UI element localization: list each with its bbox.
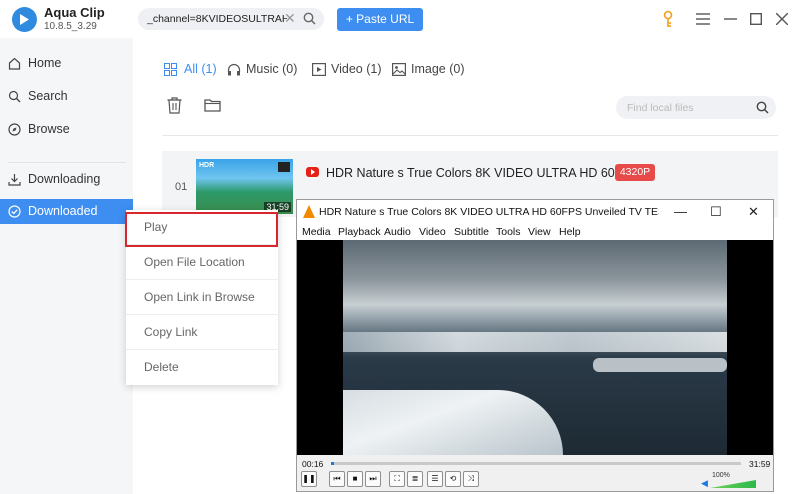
vlc-volume-slider[interactable] (710, 480, 756, 488)
paste-url-button[interactable]: + Paste URL (337, 8, 423, 31)
find-local-files-input[interactable]: Find local files (616, 96, 776, 119)
sidebar-item-label: Search (28, 89, 68, 103)
image-icon (392, 63, 406, 76)
sidebar-item-home[interactable]: Home (0, 51, 133, 76)
app-logo-icon (12, 7, 37, 32)
vlc-window-title: HDR Nature s True Colors 8K VIDEO ULTRA … (319, 206, 659, 218)
divider (162, 135, 778, 136)
close-icon[interactable] (776, 13, 788, 25)
vlc-menu-media[interactable]: Media (302, 226, 331, 238)
vlc-seek-progress (331, 462, 335, 465)
vlc-menu-audio[interactable]: Audio (384, 226, 411, 238)
video-icon (312, 63, 326, 76)
row-index: 01 (175, 181, 188, 193)
vlc-loop-button[interactable]: ⟲ (445, 471, 461, 487)
url-input-value: _channel=8KVIDEOSULTRAHD (147, 13, 287, 25)
vlc-menu-subtitle[interactable]: Subtitle (454, 226, 489, 238)
search-icon (8, 90, 21, 103)
sidebar-item-browse[interactable]: Browse (0, 117, 133, 142)
menu-item-open-link-in-browse[interactable]: Open Link in Browse (126, 280, 278, 315)
video-frame-shore (343, 390, 563, 455)
sidebar-item-label: Browse (28, 122, 70, 136)
tab-music[interactable]: Music (0) (246, 62, 297, 76)
sidebar-item-downloading[interactable]: Downloading (0, 167, 133, 192)
play-highlight-box (125, 212, 278, 247)
app-version: 10.8.5_3.29 (44, 21, 97, 32)
maximize-icon[interactable] (750, 13, 762, 25)
resolution-badge: 4320P (615, 164, 655, 181)
home-icon (8, 57, 21, 70)
download-icon (8, 174, 21, 186)
vlc-pause-button[interactable]: ❚❚ (301, 471, 317, 487)
sidebar-item-label: Downloading (28, 172, 101, 186)
vlc-seek-bar[interactable] (331, 462, 741, 465)
aqua-clip-window: Aqua Clip 10.8.5_3.29 _channel=8KVIDEOSU… (0, 0, 800, 494)
vlc-volume-level: 100% (712, 472, 730, 479)
vlc-stop-button[interactable]: ■ (347, 471, 363, 487)
menu-icon[interactable] (696, 13, 710, 25)
menu-item-copy-link[interactable]: Copy Link (126, 315, 278, 350)
vlc-time-total: 31:59 (749, 459, 771, 469)
url-input[interactable]: _channel=8KVIDEOSULTRAHD (138, 8, 324, 30)
sidebar: Home Search Browse Downloading Downloade… (0, 38, 133, 494)
vlc-minimize-icon[interactable]: — (674, 204, 687, 219)
vlc-close-icon[interactable]: ✕ (748, 204, 759, 220)
vlc-fullscreen-button[interactable]: ⛶ (389, 471, 405, 487)
thumbnail-8k-icon (278, 162, 290, 172)
vlc-previous-button[interactable]: ⏮ (329, 471, 345, 487)
sidebar-item-downloaded[interactable]: Downloaded (0, 199, 133, 224)
sidebar-divider (8, 162, 126, 163)
trash-icon[interactable] (167, 97, 182, 114)
tab-all[interactable]: All (1) (184, 62, 217, 76)
key-icon[interactable] (661, 10, 675, 28)
vlc-maximize-icon[interactable]: ☐ (710, 204, 722, 220)
compass-icon (8, 123, 21, 136)
vlc-extended-settings-button[interactable]: ≣ (407, 471, 423, 487)
sidebar-item-search[interactable]: Search (0, 84, 133, 109)
video-frame (343, 240, 727, 455)
minimize-icon[interactable] (724, 18, 737, 20)
vlc-menu-help[interactable]: Help (559, 226, 581, 238)
vlc-menu-view[interactable]: View (528, 226, 551, 238)
search-icon[interactable] (303, 12, 316, 25)
find-placeholder: Find local files (627, 102, 694, 114)
vlc-next-button[interactable]: ⏭ (365, 471, 381, 487)
vlc-time-elapsed: 00:16 (302, 459, 324, 469)
tab-image[interactable]: Image (0) (411, 62, 465, 76)
clear-url-icon[interactable]: ✕ (284, 10, 296, 27)
sidebar-item-label: Home (28, 56, 62, 70)
vlc-menu-video[interactable]: Video (419, 226, 446, 238)
volume-icon[interactable]: ◀ (701, 478, 708, 489)
thumbnail-hdr-label: HDR (199, 162, 215, 169)
vlc-menu-bar: Media Playback Audio Video Subtitle Tool… (297, 224, 773, 240)
headphones-icon (227, 63, 241, 76)
vlc-shuffle-button[interactable]: ⤨ (463, 471, 479, 487)
vlc-title-bar: HDR Nature s True Colors 8K VIDEO ULTRA … (297, 200, 773, 224)
video-title: HDR Nature s True Colors 8K VIDEO ULTRA … (326, 166, 633, 180)
vlc-video-area[interactable] (297, 240, 773, 455)
app-name: Aqua Clip (44, 5, 105, 20)
vlc-playlist-button[interactable]: ☰ (427, 471, 443, 487)
check-circle-icon (8, 205, 21, 218)
youtube-icon (306, 167, 319, 177)
tab-video[interactable]: Video (1) (331, 62, 382, 76)
folder-icon[interactable] (204, 98, 221, 112)
sidebar-item-label: Downloaded (28, 204, 98, 218)
video-frame-horizon (343, 332, 727, 352)
menu-item-delete[interactable]: Delete (126, 350, 278, 385)
video-thumbnail[interactable]: HDR 31:59 (196, 159, 293, 214)
search-icon[interactable] (756, 101, 769, 114)
menu-item-open-file-location[interactable]: Open File Location (126, 245, 278, 280)
vlc-menu-playback[interactable]: Playback (338, 226, 381, 238)
vlc-cone-icon (303, 205, 315, 218)
title-bar: Aqua Clip 10.8.5_3.29 _channel=8KVIDEOSU… (0, 0, 800, 38)
vlc-player-window: HDR Nature s True Colors 8K VIDEO ULTRA … (296, 199, 774, 492)
video-frame-island (593, 358, 727, 372)
grid-icon (164, 63, 177, 76)
vlc-menu-tools[interactable]: Tools (496, 226, 521, 238)
